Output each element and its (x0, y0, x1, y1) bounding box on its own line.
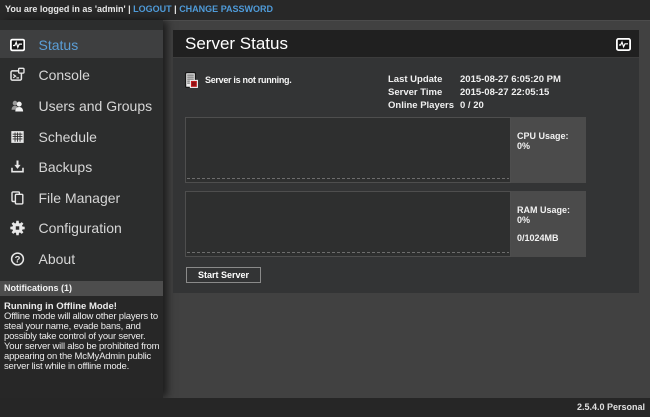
svg-text:?: ? (15, 254, 21, 265)
